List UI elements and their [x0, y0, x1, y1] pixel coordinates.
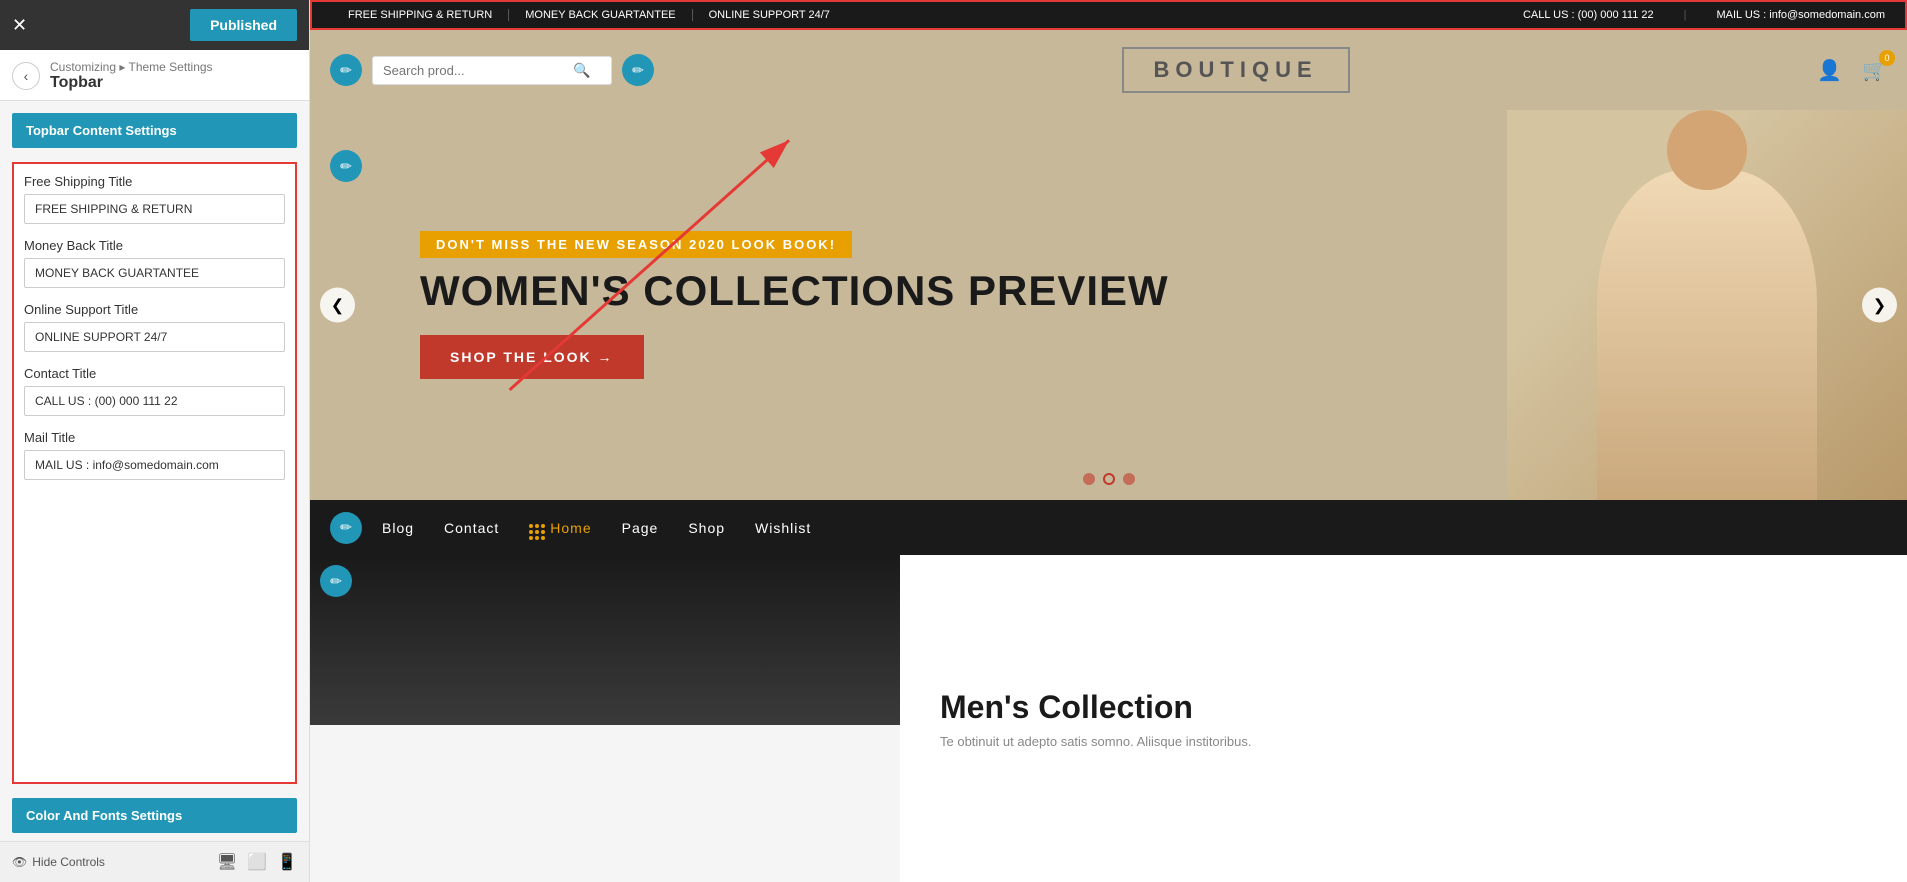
- nav-item-wishlist[interactable]: Wishlist: [755, 520, 811, 536]
- hero-edit-icon[interactable]: ✏: [330, 150, 362, 182]
- hero-dot-3[interactable]: [1123, 473, 1135, 485]
- hide-controls-button[interactable]: 👁 Hide Controls: [12, 855, 105, 869]
- close-button[interactable]: ✕: [12, 15, 27, 36]
- header-right: 👤 🛒 0: [1817, 58, 1887, 83]
- mail-title-group: Mail Title: [24, 430, 285, 480]
- hero-dot-1[interactable]: [1083, 473, 1095, 485]
- panel-title: Topbar: [50, 74, 213, 92]
- site-topbar: FREE SHIPPING & RETURN MONEY BACK GUARTA…: [310, 0, 1907, 30]
- topbar-contact: CALL US : (00) 000 111 22 | MAIL US : in…: [1523, 9, 1885, 21]
- hero-person-image: [1507, 110, 1907, 500]
- hero-image: [1507, 110, 1907, 500]
- mens-collection-image: ✏: [310, 555, 900, 725]
- online-support-input[interactable]: [24, 322, 285, 352]
- published-button[interactable]: Published: [190, 9, 297, 41]
- money-back-label: Money Back Title: [24, 238, 285, 253]
- eye-icon: 👁: [12, 855, 27, 869]
- nav-item-page[interactable]: Page: [622, 520, 659, 536]
- search-input[interactable]: [383, 63, 573, 78]
- mens-collection-subtitle: Te obtinuit ut adepto satis somno. Aliis…: [940, 734, 1867, 749]
- nav-item-shop[interactable]: Shop: [688, 520, 725, 536]
- money-back-group: Money Back Title: [24, 238, 285, 288]
- cart-badge: 0: [1879, 50, 1895, 66]
- hero-dots: [1083, 473, 1135, 485]
- nav-items: Blog Contact Home Page Shop Wishlist: [382, 515, 811, 540]
- site-preview: FREE SHIPPING & RETURN MONEY BACK GUARTA…: [310, 0, 1907, 882]
- form-section: Free Shipping Title Money Back Title Onl…: [12, 162, 297, 784]
- free-shipping-input[interactable]: [24, 194, 285, 224]
- hide-controls-label: Hide Controls: [32, 855, 105, 869]
- user-icon[interactable]: 👤: [1817, 58, 1842, 83]
- home-dots-icon: [529, 515, 545, 540]
- shop-the-look-button[interactable]: SHOP THE LOOK →: [420, 335, 644, 379]
- panel-footer: 👁 Hide Controls 🖥 ⬜ 📱: [0, 841, 309, 882]
- free-shipping-group: Free Shipping Title: [24, 174, 285, 224]
- hero-subtitle: DON'T MISS THE NEW SEASON 2020 LOOK BOOK…: [420, 231, 852, 258]
- contact-title-input[interactable]: [24, 386, 285, 416]
- breadcrumb: Customizing ▸ Theme Settings: [50, 60, 213, 74]
- header-edit-icon[interactable]: ✏: [330, 54, 362, 86]
- cart-icon-wrap[interactable]: 🛒 0: [1862, 58, 1887, 83]
- color-fonts-settings-button[interactable]: Color And Fonts Settings: [12, 798, 297, 833]
- mens-edit-icon[interactable]: ✏: [320, 565, 352, 597]
- topbar-mail-us: MAIL US : info@somedomain.com: [1717, 9, 1886, 21]
- topbar-online-support: ONLINE SUPPORT 24/7: [693, 9, 846, 21]
- hero-wrapper: ❮ ✏ DON'T MISS THE NEW SEASON 2020 LOOK …: [310, 110, 1907, 500]
- mail-title-label: Mail Title: [24, 430, 285, 445]
- hero-prev-button[interactable]: ❮: [320, 288, 355, 323]
- device-icons: 🖥 ⬜ 📱: [217, 852, 297, 872]
- mens-collection-title: Men's Collection: [940, 689, 1867, 726]
- search-icon: 🔍: [573, 62, 590, 79]
- topbar-money-back: MONEY BACK GUARTANTEE: [509, 9, 692, 21]
- online-support-label: Online Support Title: [24, 302, 285, 317]
- hero-next-button[interactable]: ❯: [1862, 288, 1897, 323]
- free-shipping-label: Free Shipping Title: [24, 174, 285, 189]
- tablet-view-button[interactable]: ⬜: [247, 852, 267, 872]
- contact-title-group: Contact Title: [24, 366, 285, 416]
- back-button[interactable]: ‹: [12, 62, 40, 90]
- hero-dot-2[interactable]: [1103, 473, 1115, 485]
- topbar-content-settings-button[interactable]: Topbar Content Settings: [12, 113, 297, 148]
- topbar-items: FREE SHIPPING & RETURN MONEY BACK GUARTA…: [332, 9, 846, 21]
- online-support-group: Online Support Title: [24, 302, 285, 352]
- hero-content: ✏ DON'T MISS THE NEW SEASON 2020 LOOK BO…: [310, 191, 1507, 418]
- site-nav: ✏ Blog Contact Home Page Shop Wishlist: [310, 500, 1907, 555]
- topbar-call-us: CALL US : (00) 000 111 22: [1523, 9, 1654, 21]
- panel-topbar: ✕ Published: [0, 0, 309, 50]
- search-box: 🔍: [372, 56, 612, 85]
- desktop-view-button[interactable]: 🖥: [217, 852, 237, 872]
- mail-title-input[interactable]: [24, 450, 285, 480]
- hero-title: WOMEN'S COLLECTIONS PREVIEW: [420, 268, 1447, 314]
- bottom-section: ✏ Men's Collection Te obtinuit ut adepto…: [310, 555, 1907, 882]
- header-right-edit-icon[interactable]: ✏: [622, 54, 654, 86]
- nav-item-blog[interactable]: Blog: [382, 520, 414, 536]
- money-back-input[interactable]: [24, 258, 285, 288]
- nav-item-contact[interactable]: Contact: [444, 520, 499, 536]
- contact-title-label: Contact Title: [24, 366, 285, 381]
- nav-item-home[interactable]: Home: [529, 515, 591, 540]
- site-header: ✏ 🔍 ✏ BOUTIQUE 👤 🛒 0: [310, 30, 1907, 110]
- nav-edit-icon[interactable]: ✏: [330, 512, 362, 544]
- breadcrumb-section: ‹ Customizing ▸ Theme Settings Topbar: [0, 50, 309, 101]
- topbar-free-shipping: FREE SHIPPING & RETURN: [332, 9, 509, 21]
- hero-section: ❮ ✏ DON'T MISS THE NEW SEASON 2020 LOOK …: [310, 110, 1907, 500]
- site-logo: BOUTIQUE: [1122, 47, 1350, 93]
- customizer-panel: ✕ Published ‹ Customizing ▸ Theme Settin…: [0, 0, 310, 882]
- mens-collection-text: Men's Collection Te obtinuit ut adepto s…: [900, 555, 1907, 882]
- mobile-view-button[interactable]: 📱: [277, 852, 297, 872]
- logo-area: BOUTIQUE: [654, 47, 1817, 93]
